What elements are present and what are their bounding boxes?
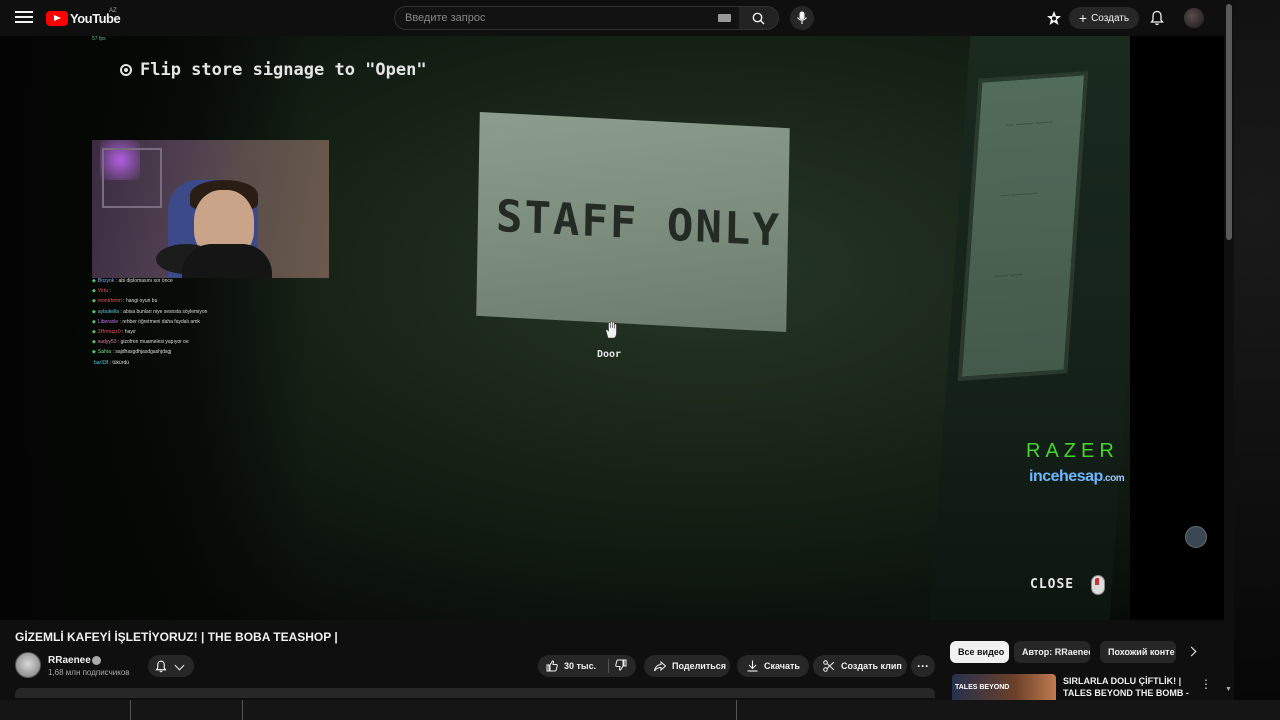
plus-icon: + [1078,9,1088,26]
desktop-background [1234,0,1280,700]
mouse-click-icon [1091,575,1105,595]
stream-chat-overlay: ◆ Bozynk : abi diplomasını sor önce ◆ Virt… [92,276,292,368]
recommendation-title[interactable]: SIRLARLA DOLU ÇİFTLİK! | TALES BEYOND TH… [1063,675,1193,699]
chat-line: ◆ sudyy53 : gizofren muamelesi yapıyor oe [92,339,189,346]
country-code: AZ [109,8,117,14]
subscriber-count: 1,68 млн подписчиков [48,668,130,677]
sponsor-razer-logo: RAZER [1026,440,1119,462]
search-box [394,6,740,30]
share-label: Поделиться [672,661,727,671]
like-button[interactable]: 30 тыс. [538,660,608,672]
chat-line: bar33f : tükürdü [94,359,130,366]
kebab-menu-icon[interactable]: ⋮ [1200,677,1212,691]
search-input[interactable] [395,7,695,29]
thumbs-down-icon [615,659,627,671]
scrollbar-thumb[interactable] [1226,4,1232,240]
scroll-down-icon[interactable]: ▼ [1225,686,1232,693]
page-scrollbar[interactable] [1224,0,1234,700]
like-count: 30 тыс. [564,661,597,671]
recommendation-thumbnail[interactable]: TALES BEYOND [952,674,1056,700]
channel-avatar[interactable] [15,652,41,678]
keyboard-icon[interactable] [718,14,731,22]
search-icon [752,12,765,25]
staff-only-sign: STAFF ONLY [476,111,790,333]
microphone-icon [797,11,807,24]
objective-text: Flip store signage to "Open" [120,60,427,80]
share-button[interactable]: Поделиться [644,655,730,677]
youtube-play-icon [46,10,68,26]
sponsor-incehesap-logo: incehesap.com [1029,468,1125,485]
clip-label: Создать клип [841,661,902,671]
chip-all-videos[interactable]: Все видео [950,641,1009,663]
hand-cursor-icon [605,321,617,339]
sign-text: STAFF ONLY [495,190,782,257]
verified-badge-icon [92,656,101,665]
bell-icon [155,660,167,673]
streamer-webcam [92,140,329,278]
voice-search-button[interactable] [790,6,814,30]
chat-line: ◆ Virtu : [92,288,111,295]
create-button[interactable]: + Создать [1069,7,1139,29]
masthead: YouTube AZ + Создать [0,0,1224,36]
description-box[interactable] [15,688,935,698]
share-icon [654,660,666,671]
chevron-down-icon [174,660,185,671]
video-player[interactable]: ~~ ~~~~ ~~~~ ~~ ~~~~~~ ~~~ ~~~ STAFF ONL… [0,36,1224,620]
chip-similar-content[interactable]: Похожий конте [1100,641,1176,663]
account-avatar[interactable] [1184,8,1204,28]
search-button[interactable] [739,6,779,30]
wall-poster: ~~ ~~~~ ~~~~ ~~ ~~~~~~ ~~~ ~~~ [957,71,1089,381]
chat-line: ◆ aybukella : abisa bunları niye sesnsta … [92,308,208,315]
like-dislike-group: 30 тыс. [538,655,636,677]
chat-line: ◆ 3Hrmuzz0 : hayır [92,329,136,336]
objective-circle-icon [120,64,132,76]
subscription-notifications-button[interactable] [148,655,194,677]
scissors-icon [823,660,835,672]
create-clip-button[interactable]: Создать клип [813,655,907,677]
video-title: GİZEMLİ KAFEYİ İŞLETİYORUZ! | THE BOBA T… [15,630,338,644]
desktop-taskbar-strip [0,700,1280,720]
youtube-logo[interactable]: YouTube AZ [46,8,121,26]
notifications-bell-icon[interactable] [1150,10,1164,26]
chat-line: ◆ montrhmm : hangi oyun bu [92,298,158,305]
create-label: Создать [1091,12,1130,24]
chip-by-author[interactable]: Автор: RRaenee [1014,641,1090,663]
letterbox-right [1130,36,1224,620]
chevron-right-icon[interactable] [1186,646,1197,657]
thumbnail-text: TALES BEYOND [955,684,1010,691]
interact-label: Door [597,349,622,360]
quests-icon[interactable] [1046,10,1062,26]
more-icon: ··· [917,659,929,673]
chat-line: ◆ Sahra : sajdhasgdhjasdgashjdsgj [92,349,172,356]
channel-watermark-icon[interactable] [1185,526,1207,548]
close-prompt: CLOSE [1030,577,1075,592]
thumbs-up-icon [546,660,558,672]
more-actions-button[interactable]: ··· [911,655,935,677]
download-label: Скачать [764,661,800,671]
objective-label: Flip store signage to "Open" [140,60,427,80]
fps-overlay: 57 fps [92,36,106,42]
dislike-button[interactable] [609,659,627,673]
download-button[interactable]: Скачать [737,655,809,677]
chat-line: ◆ Bozynk : abi diplomasını sor önce [92,278,173,284]
menu-icon[interactable] [14,8,34,28]
youtube-watch-page: YouTube AZ + Создать [0,0,1280,720]
chat-line: ◆ Liberaxle : rehber öğretmeni daha fayda… [92,318,200,325]
download-icon [747,660,758,672]
channel-name[interactable]: RRaenee [48,655,91,666]
